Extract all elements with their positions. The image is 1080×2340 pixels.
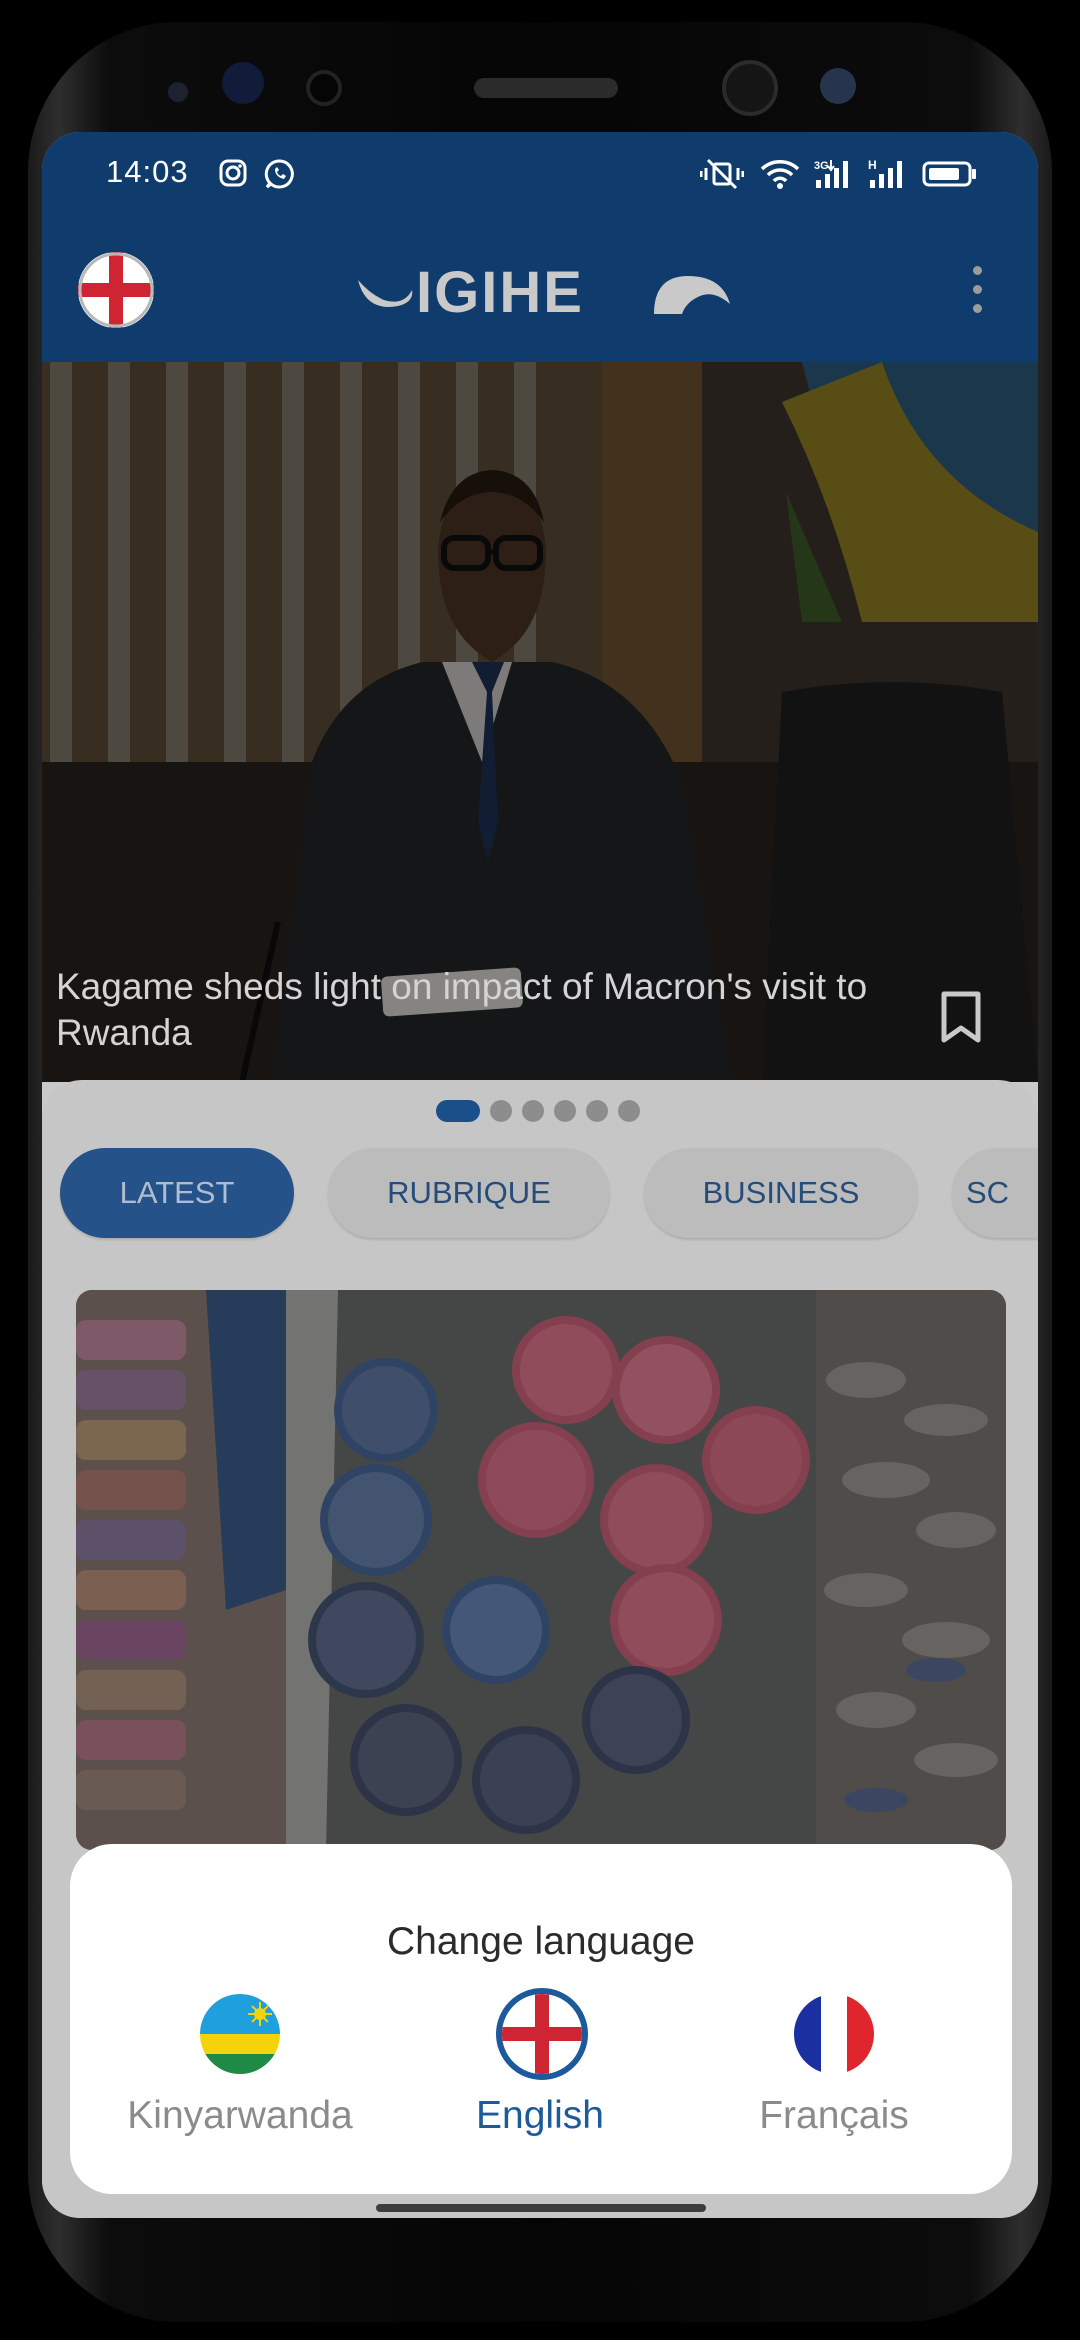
battery-icon: [922, 161, 976, 187]
article-photo: [76, 1290, 1006, 1850]
menu-dot: [973, 304, 982, 313]
carousel-dot-active[interactable]: [436, 1100, 480, 1122]
earpiece-speaker: [474, 78, 618, 98]
svg-text:H: H: [868, 158, 877, 172]
phone-bottom-bar: [376, 2204, 706, 2212]
hero-headline[interactable]: Kagame sheds light on impact of Macron's…: [56, 964, 926, 1056]
england-flag-icon: [496, 1988, 588, 2080]
carousel-dot[interactable]: [490, 1100, 512, 1122]
language-option-english[interactable]: English: [390, 1988, 690, 2164]
phone-screen: 14:03 3G H IGIHE Kagame sheds light on i…: [42, 132, 1038, 2218]
france-flag-icon: [794, 1994, 874, 2074]
logo-text: IGIHE: [416, 262, 584, 320]
language-option-francais[interactable]: Français: [684, 1994, 984, 2164]
status-bar: 14:03 3G H: [42, 132, 1038, 218]
cellular-signal-h-icon: H: [868, 158, 902, 188]
menu-dot: [973, 285, 982, 294]
igihe-logo: IGIHE: [354, 260, 734, 325]
carousel-dot[interactable]: [586, 1100, 608, 1122]
carousel-dot[interactable]: [554, 1100, 576, 1122]
sensor-dot: [168, 82, 188, 102]
hero-article[interactable]: Kagame sheds light on impact of Macron's…: [42, 362, 1038, 1082]
logo-graphic: IGIHE: [358, 260, 730, 325]
svg-text:3G: 3G: [814, 160, 829, 172]
england-flag-icon: [78, 252, 154, 328]
vibrate-off-icon: [700, 158, 744, 190]
tab-latest[interactable]: LATEST: [60, 1148, 294, 1238]
category-tabs: LATEST RUBRIQUE BUSINESS SC: [42, 1148, 1038, 1240]
wifi-icon: [760, 160, 800, 189]
instagram-icon: [219, 159, 247, 187]
language-flag-button[interactable]: [78, 252, 154, 328]
app-bar: IGIHE: [42, 218, 1038, 362]
whatsapp-icon: [264, 159, 294, 189]
light-sensor: [820, 68, 856, 104]
rear-sensor: [722, 60, 778, 116]
menu-dot: [973, 266, 982, 275]
status-time: 14:03: [106, 154, 189, 189]
front-camera: [222, 62, 264, 104]
rwanda-flag-icon: [200, 1994, 280, 2074]
tab-rubrique[interactable]: RUBRIQUE: [328, 1148, 610, 1238]
carousel-dot[interactable]: [522, 1100, 544, 1122]
proximity-sensor: [306, 70, 342, 106]
bookmark-icon[interactable]: [938, 990, 984, 1046]
language-label: Kinyarwanda: [127, 2094, 353, 2137]
carousel-dot[interactable]: [618, 1100, 640, 1122]
tab-business[interactable]: BUSINESS: [644, 1148, 918, 1238]
cellular-signal-3g-icon: 3G: [814, 160, 848, 188]
overflow-menu-button[interactable]: [962, 260, 992, 320]
language-label: Français: [759, 2094, 909, 2137]
language-label: English: [476, 2094, 604, 2137]
language-option-kinyarwanda[interactable]: Kinyarwanda: [90, 1994, 390, 2164]
phone-top-bezel: [0, 0, 1080, 140]
change-language-sheet: Change language Kinyarwanda English Fran…: [70, 1844, 1012, 2194]
tab-sc[interactable]: SC: [952, 1148, 1038, 1238]
sheet-title: Change language: [387, 1920, 695, 1963]
news-card-image[interactable]: [76, 1290, 1006, 1850]
